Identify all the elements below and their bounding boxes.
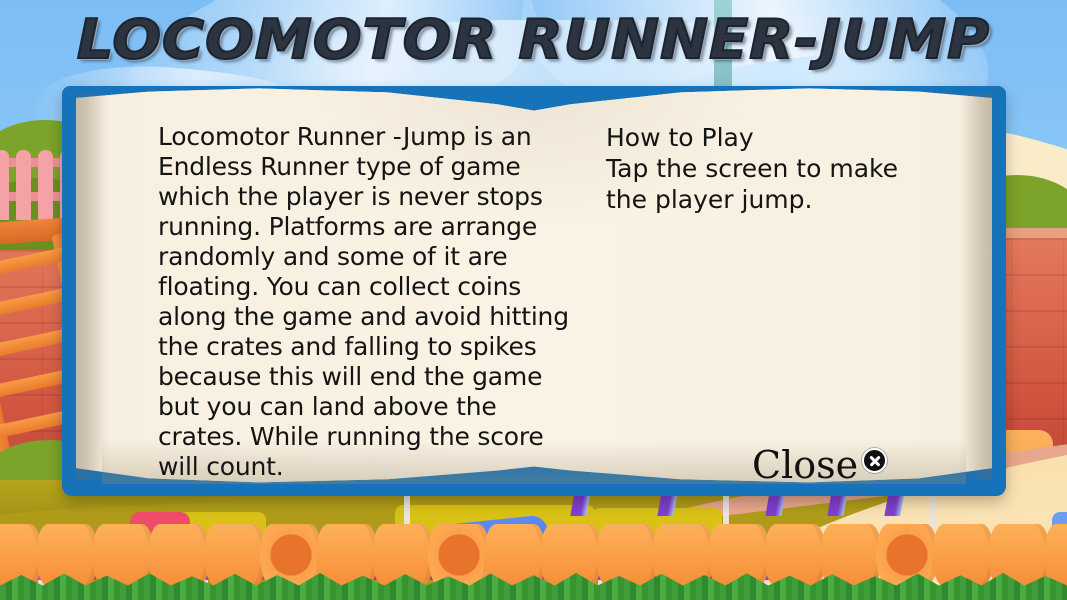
game-title: LOCOMOTOR RUNNER-JUMP (76, 7, 991, 72)
game-screen: LOCOMOTOR RUNNER-JUMP Locomotor Runner -… (0, 0, 1067, 600)
close-button[interactable]: Close (752, 443, 888, 487)
close-circle-icon[interactable] (862, 448, 888, 473)
book-content: Locomotor Runner -Jump is an Endless Run… (62, 86, 1006, 496)
how-to-play-text: Tap the screen to make the player jump. (606, 154, 898, 214)
info-book-panel: Locomotor Runner -Jump is an Endless Run… (62, 86, 1006, 496)
right-page: How to Play Tap the screen to make the p… (582, 86, 1002, 496)
left-page: Locomotor Runner -Jump is an Endless Run… (62, 86, 582, 496)
game-description-text: Locomotor Runner -Jump is an Endless Run… (158, 122, 569, 481)
how-to-play-heading: How to Play (606, 123, 754, 152)
close-button-label: Close (752, 443, 859, 487)
